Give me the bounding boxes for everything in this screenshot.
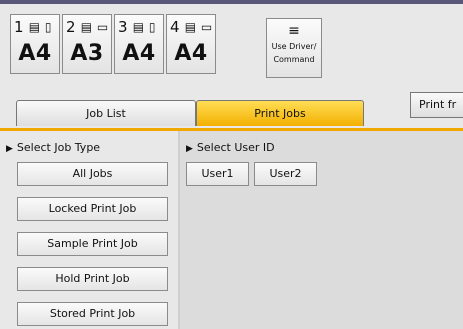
tray-4-button[interactable]: 4 ▤ ▭ A4 <box>166 14 216 74</box>
paper-stack-icon: ▤ <box>184 20 197 34</box>
all-jobs-button[interactable]: All Jobs <box>17 162 168 186</box>
arrow-right-icon: ▶ <box>6 144 13 154</box>
user1-button[interactable]: User1 <box>186 162 249 186</box>
print-from-button[interactable]: Print fr <box>410 92 463 118</box>
landscape-sheet-icon: ▭ <box>200 20 213 34</box>
driver-command-icon: ≡ <box>288 23 300 39</box>
tab-print-jobs[interactable]: Print Jobs <box>196 100 364 126</box>
tray-number: 1 <box>14 18 24 36</box>
arrow-right-icon: ▶ <box>186 144 193 154</box>
driver-button-line1: Use Driver/ <box>271 42 317 51</box>
tray-number: 2 <box>66 18 76 36</box>
job-type-heading: ▶ Select Job Type <box>6 141 101 154</box>
user-id-column: ▶ Select User ID User1 User2 <box>178 131 463 329</box>
tray-paper-size: A4 <box>174 41 208 66</box>
user-id-heading: ▶ Select User ID <box>186 141 275 154</box>
portrait-sheet-icon: ▯ <box>148 20 156 34</box>
tray-number: 4 <box>170 18 180 36</box>
paper-stack-icon: ▤ <box>80 20 93 34</box>
tray-3-button[interactable]: 3 ▤ ▯ A4 <box>114 14 164 74</box>
hold-print-job-button[interactable]: Hold Print Job <box>17 267 168 291</box>
tray-paper-size: A4 <box>18 41 52 66</box>
tray-number: 3 <box>118 18 128 36</box>
stored-print-job-button[interactable]: Stored Print Job <box>17 302 168 326</box>
use-driver-command-button[interactable]: ≡ Use Driver/ Command <box>266 18 322 78</box>
tray-2-button[interactable]: 2 ▤ ▭ A3 <box>62 14 112 74</box>
landscape-sheet-icon: ▭ <box>96 20 109 34</box>
portrait-sheet-icon: ▯ <box>44 20 52 34</box>
paper-stack-icon: ▤ <box>28 20 41 34</box>
tray-paper-size: A3 <box>70 41 104 66</box>
driver-button-line2: Command <box>273 55 315 64</box>
paper-stack-icon: ▤ <box>132 20 145 34</box>
tray-1-button[interactable]: 1 ▤ ▯ A4 <box>10 14 60 74</box>
tab-bar: Job List Print Jobs Print fr <box>0 92 463 128</box>
locked-print-job-button[interactable]: Locked Print Job <box>17 197 168 221</box>
tray-paper-size: A4 <box>122 41 156 66</box>
user2-button[interactable]: User2 <box>254 162 317 186</box>
paper-tray-area: 1 ▤ ▯ A4 2 ▤ ▭ A3 3 ▤ ▯ A4 4 ▤ ▭ A4 ≡ Us… <box>0 4 463 98</box>
sample-print-job-button[interactable]: Sample Print Job <box>17 232 168 256</box>
print-jobs-panel: ▶ Select Job Type All Jobs Locked Print J… <box>0 131 463 329</box>
tab-job-list[interactable]: Job List <box>16 100 196 126</box>
job-type-column: ▶ Select Job Type All Jobs Locked Print J… <box>0 131 175 329</box>
